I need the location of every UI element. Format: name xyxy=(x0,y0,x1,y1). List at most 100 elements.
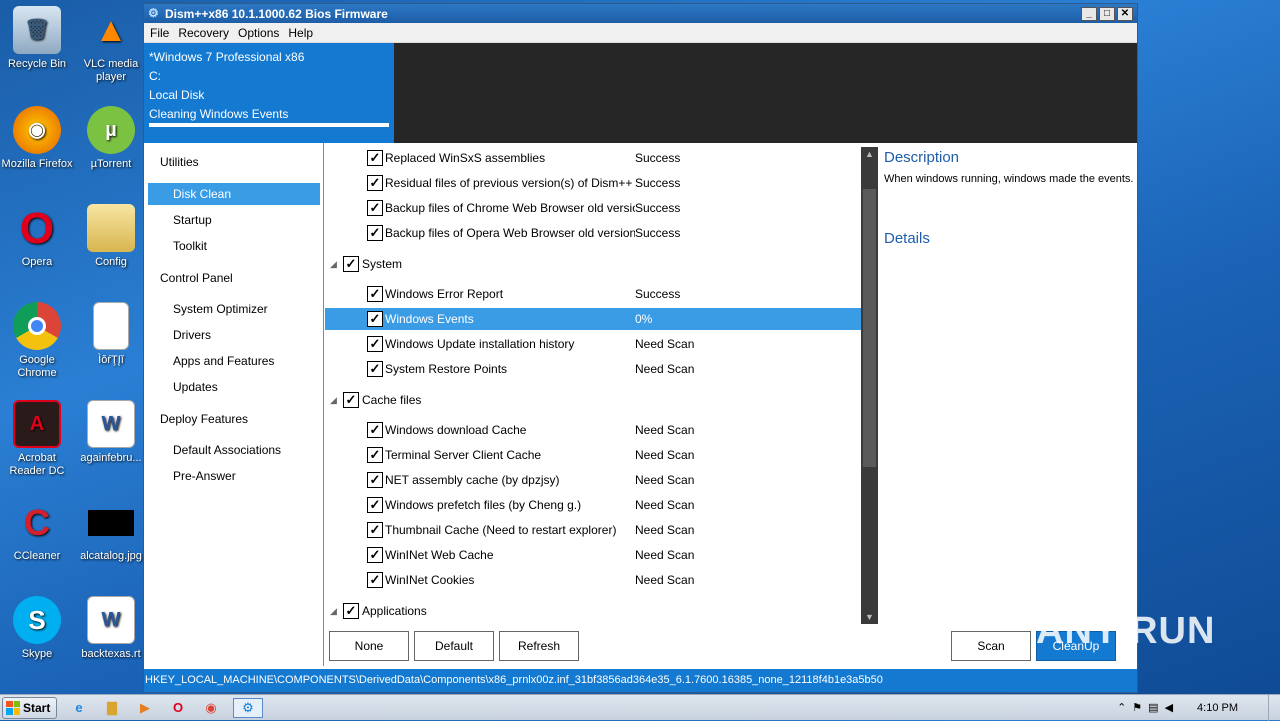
list-item[interactable]: ✓ NET assembly cache (by dpzjsy) Need Sc… xyxy=(325,469,862,491)
tray-expand-icon[interactable]: ⌃ xyxy=(1117,701,1126,714)
group-header-system[interactable]: ◢ ✓ System xyxy=(325,253,862,275)
menu-help[interactable]: Help xyxy=(285,26,319,40)
sidebar-item-deploy-features[interactable]: Deploy Features xyxy=(148,408,320,430)
sidebar-item-drivers[interactable]: Drivers xyxy=(148,324,320,346)
menu-options[interactable]: Options xyxy=(235,26,285,40)
sidebar-item-apps-and-features[interactable]: Apps and Features xyxy=(148,350,320,372)
list-item[interactable]: ✓ WinINet Cookies Need Scan xyxy=(325,569,862,591)
checkbox-checked[interactable]: ✓ xyxy=(367,336,383,352)
desktop-icon-chrome[interactable]: Google Chrome xyxy=(0,302,74,380)
desktop-icon-config[interactable]: Config xyxy=(74,204,148,269)
desktop-icon-opera[interactable]: O Opera xyxy=(0,204,74,269)
sidebar-item-disk-clean[interactable]: Disk Clean xyxy=(148,183,320,205)
opera-icon: O xyxy=(19,203,55,253)
scroll-up-icon[interactable]: ▲ xyxy=(861,147,878,161)
sidebar-item-utilities[interactable]: Utilities xyxy=(148,151,320,173)
network-icon[interactable]: ▤ xyxy=(1148,701,1158,714)
desktop-icon-utorrent[interactable]: µ µTorrent xyxy=(74,106,148,171)
checkbox-checked[interactable]: ✓ xyxy=(367,447,383,463)
desktop-icon-word-doc-2[interactable]: W backtexas.rt xyxy=(74,596,148,661)
opera-taskbar-icon[interactable]: O xyxy=(167,698,189,718)
list-scrollbar[interactable]: ▲ ▼ xyxy=(861,147,878,624)
action-center-icon[interactable]: ⚑ xyxy=(1132,701,1142,714)
sidebar-item-toolkit[interactable]: Toolkit xyxy=(148,235,320,257)
checkbox-checked[interactable]: ✓ xyxy=(367,361,383,377)
group-header-applications[interactable]: ◢ ✓ Applications xyxy=(325,600,862,622)
system-tray: ⌃ ⚑ ▤ ◀ 4:10 PM xyxy=(1117,701,1268,715)
list-item[interactable]: ✓ Windows prefetch files (by Cheng g.) N… xyxy=(325,494,862,516)
list-item-selected[interactable]: ✓ Windows Events 0% xyxy=(325,308,862,330)
volume-icon[interactable]: ◀ xyxy=(1165,701,1173,714)
sidebar-item-control-panel[interactable]: Control Panel xyxy=(148,267,320,289)
list-item[interactable]: ✓ Windows download Cache Need Scan xyxy=(325,419,862,441)
collapse-arrow-icon[interactable]: ◢ xyxy=(330,389,337,411)
checkbox-checked[interactable]: ✓ xyxy=(367,472,383,488)
checkbox-checked[interactable]: ✓ xyxy=(367,200,383,216)
desktop-icon-vlc[interactable]: ▲ VLC media player xyxy=(74,6,148,84)
start-button[interactable]: Start xyxy=(2,696,57,719)
collapse-arrow-icon[interactable]: ◢ xyxy=(330,600,337,622)
list-item[interactable]: ✓ WinINet Web Cache Need Scan xyxy=(325,544,862,566)
media-player-icon[interactable]: ▶ xyxy=(134,698,156,718)
desktop-icon-firefox[interactable]: ◉ Mozilla Firefox xyxy=(0,106,74,171)
close-button[interactable]: ✕ xyxy=(1117,6,1133,21)
select-none-button[interactable]: None xyxy=(329,631,409,661)
menu-recovery[interactable]: Recovery xyxy=(175,26,235,40)
desktop-icon-alcatalog[interactable]: alcatalog.jpg xyxy=(74,498,148,563)
checkbox-checked[interactable]: ✓ xyxy=(343,256,359,272)
show-desktop-button[interactable] xyxy=(1268,694,1280,721)
checkbox-checked[interactable]: ✓ xyxy=(343,392,359,408)
checkbox-checked[interactable]: ✓ xyxy=(367,225,383,241)
file-explorer-icon[interactable]: ▇ xyxy=(101,698,123,718)
desktop-icon-document[interactable]: ÌŏŕŢĮĭ xyxy=(74,302,148,367)
list-item[interactable]: ✓ Backup files of Chrome Web Browser old… xyxy=(325,197,862,219)
session-info-panel[interactable]: *Windows 7 Professional x86 C: Local Dis… xyxy=(144,43,394,143)
minimize-button[interactable]: _ xyxy=(1081,6,1097,21)
task-progress-bar xyxy=(149,123,389,127)
taskbar: Start e ▇ ▶ O ◉ ⚙ ⌃ ⚑ ▤ ◀ 4:10 PM xyxy=(0,694,1280,721)
desktop-icon-word-doc-1[interactable]: W againfebru... xyxy=(74,400,148,465)
checkbox-checked[interactable]: ✓ xyxy=(367,422,383,438)
scroll-down-icon[interactable]: ▼ xyxy=(861,610,878,624)
maximize-button[interactable]: □ xyxy=(1099,6,1115,21)
title-bar[interactable]: ⚙ Dism++x86 10.1.1000.62 Bios Firmware _… xyxy=(144,4,1137,23)
skype-icon: S xyxy=(13,596,61,644)
list-item[interactable]: ✓ Thumbnail Cache (Need to restart explo… xyxy=(325,519,862,541)
checkbox-checked[interactable]: ✓ xyxy=(367,522,383,538)
sidebar-item-pre-answer[interactable]: Pre-Answer xyxy=(148,465,320,487)
clock[interactable]: 4:10 PM xyxy=(1197,702,1238,714)
list-item[interactable]: ✓ Windows Update installation history Ne… xyxy=(325,333,862,355)
desktop-icon-skype[interactable]: S Skype xyxy=(0,596,74,661)
desktop-icon-acrobat[interactable]: A Acrobat Reader DC xyxy=(0,400,74,478)
checkbox-checked[interactable]: ✓ xyxy=(367,572,383,588)
list-item[interactable]: ✓ Replaced WinSxS assemblies Success xyxy=(325,147,862,169)
sidebar-item-updates[interactable]: Updates xyxy=(148,376,320,398)
list-item[interactable]: ✓ Residual files of previous version(s) … xyxy=(325,172,862,194)
sidebar-item-startup[interactable]: Startup xyxy=(148,209,320,231)
group-header-cache-files[interactable]: ◢ ✓ Cache files xyxy=(325,389,862,411)
checkbox-checked[interactable]: ✓ xyxy=(367,497,383,513)
sidebar-item-default-associations[interactable]: Default Associations xyxy=(148,439,320,461)
list-item[interactable]: ✓ Windows Error Report Success xyxy=(325,283,862,305)
desktop-icon-ccleaner[interactable]: C CCleaner xyxy=(0,498,74,563)
checkbox-checked[interactable]: ✓ xyxy=(367,150,383,166)
checkbox-checked[interactable]: ✓ xyxy=(367,286,383,302)
list-item[interactable]: ✓ Terminal Server Client Cache Need Scan xyxy=(325,444,862,466)
dism-taskbar-icon[interactable]: ⚙ xyxy=(233,697,263,718)
select-default-button[interactable]: Default xyxy=(414,631,494,661)
list-item[interactable]: ✓ Backup files of Opera Web Browser old … xyxy=(325,222,862,244)
checkbox-checked[interactable]: ✓ xyxy=(343,603,359,619)
internet-explorer-icon[interactable]: e xyxy=(68,698,90,718)
chrome-taskbar-icon[interactable]: ◉ xyxy=(200,698,222,718)
checkbox-checked[interactable]: ✓ xyxy=(367,547,383,563)
checkbox-checked[interactable]: ✓ xyxy=(367,311,383,327)
checkbox-checked[interactable]: ✓ xyxy=(367,175,383,191)
list-item[interactable]: ✓ System Restore Points Need Scan xyxy=(325,358,862,380)
scrollbar-thumb[interactable] xyxy=(863,189,876,467)
desktop-icon-recycle-bin[interactable]: 🗑 Recycle Bin xyxy=(0,6,74,71)
menu-file[interactable]: File xyxy=(147,26,175,40)
collapse-arrow-icon[interactable]: ◢ xyxy=(330,253,337,275)
refresh-button[interactable]: Refresh xyxy=(499,631,579,661)
sidebar-item-system-optimizer[interactable]: System Optimizer xyxy=(148,298,320,320)
scan-button[interactable]: Scan xyxy=(951,631,1031,661)
